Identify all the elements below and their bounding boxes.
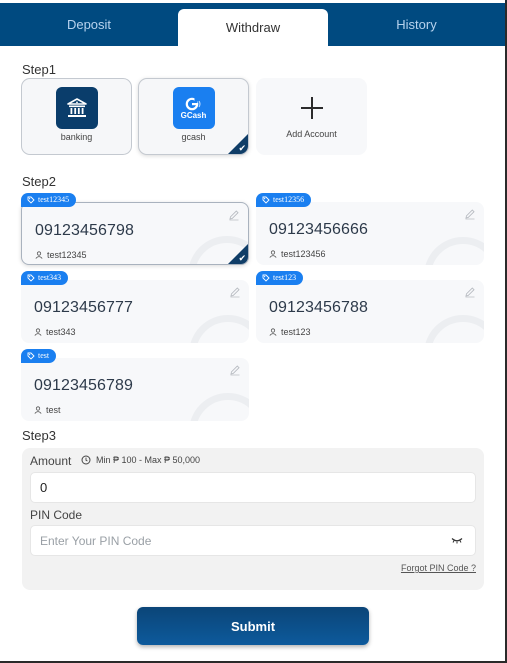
gcash-logo-text: GCash [180,110,207,120]
add-account-button[interactable]: Add Account [256,78,367,155]
amount-limits: Min ₱ 100 - Max ₱ 50,000 [96,455,201,465]
user-icon [34,406,42,414]
account-tag-label: test12345 [38,195,70,204]
account-tag-label: test123 [273,273,297,282]
account-card[interactable]: 09123456777 test343 [21,280,249,343]
pin-input[interactable]: Enter Your PIN Code [30,525,476,556]
tab-history[interactable]: History [328,3,505,46]
amount-input[interactable]: 0 [30,472,476,503]
account-tag: test [21,349,57,363]
account-number: 09123456789 [34,377,133,394]
gcash-logo: GCash [172,87,215,129]
edit-icon[interactable] [228,209,240,221]
add-account-label: Add Account [286,128,337,139]
account-holder: test12345 [35,250,87,260]
account-tag: test12345 [21,193,77,207]
tab-withdraw[interactable]: Withdraw [178,9,328,46]
forgot-pin-link[interactable]: Forgot PIN Code ? [401,563,476,573]
edit-icon[interactable] [464,208,476,220]
info-clock-icon [81,455,91,465]
tag-icon [262,196,270,204]
tag-icon [27,352,35,360]
edit-icon[interactable] [229,286,241,298]
withdraw-form: Amount Min ₱ 100 - Max ₱ 50,000 0 PIN Co… [22,448,484,590]
submit-button[interactable]: Submit [137,607,369,645]
user-icon [269,328,277,336]
tab-bar: Deposit Withdraw History [0,3,505,46]
eye-closed-icon[interactable] [451,537,463,544]
account-number: 09123456798 [35,222,134,239]
card-decoration [424,315,484,343]
user-icon [269,250,277,258]
edit-icon[interactable] [464,286,476,298]
bank-icon [55,87,98,129]
step3-label: Step3 [22,428,56,443]
card-decoration [424,237,484,265]
account-number: 09123456777 [34,299,133,316]
amount-label: Amount [30,454,72,468]
user-icon [35,251,43,259]
account-tag: test123 [256,271,304,285]
check-icon: ✔ [238,253,246,263]
account-holder-name: test123456 [281,249,326,259]
method-gcash[interactable]: GCash gcash ✔ [138,78,249,155]
account-card[interactable]: 09123456789 test [21,358,249,421]
account-holder: test343 [34,327,76,337]
pin-placeholder: Enter Your PIN Code [40,533,152,548]
tag-icon [27,274,35,282]
withdraw-panel: Deposit Withdraw History Step1 banking G… [0,0,505,661]
account-holder-name: test343 [46,327,76,337]
amount-hint: Min ₱ 100 - Max ₱ 50,000 [81,455,200,465]
account-tag-label: test [38,351,50,360]
method-banking[interactable]: banking [21,78,132,155]
method-gcash-label: gcash [181,132,206,142]
account-holder-name: test12345 [47,250,87,260]
account-holder: test123456 [269,249,326,259]
account-tag-label: test343 [38,273,62,282]
tag-icon [27,196,35,204]
account-number: 09123456788 [269,299,368,316]
card-decoration [189,315,249,343]
user-icon [34,328,42,336]
account-holder: test123 [269,327,311,337]
plus-icon [300,95,324,123]
tag-icon [262,274,270,282]
account-tag: test12356 [256,193,312,207]
account-card[interactable]: 09123456798 test12345 ✔ [21,202,249,265]
step2-label: Step2 [22,174,56,189]
account-tag: test343 [21,271,69,285]
account-holder-name: test [46,405,61,415]
check-icon: ✔ [238,143,246,153]
pin-label: PIN Code [30,508,83,522]
method-banking-label: banking [60,132,93,142]
account-number: 09123456666 [269,221,368,238]
tab-deposit[interactable]: Deposit [0,3,178,46]
edit-icon[interactable] [229,364,241,376]
card-decoration [189,393,249,421]
account-holder: test [34,405,61,415]
account-card[interactable]: 09123456666 test123456 [256,202,484,265]
account-tag-label: test12356 [273,195,305,204]
step1-label: Step1 [22,62,56,77]
account-holder-name: test123 [281,327,311,337]
account-card[interactable]: 09123456788 test123 [256,280,484,343]
